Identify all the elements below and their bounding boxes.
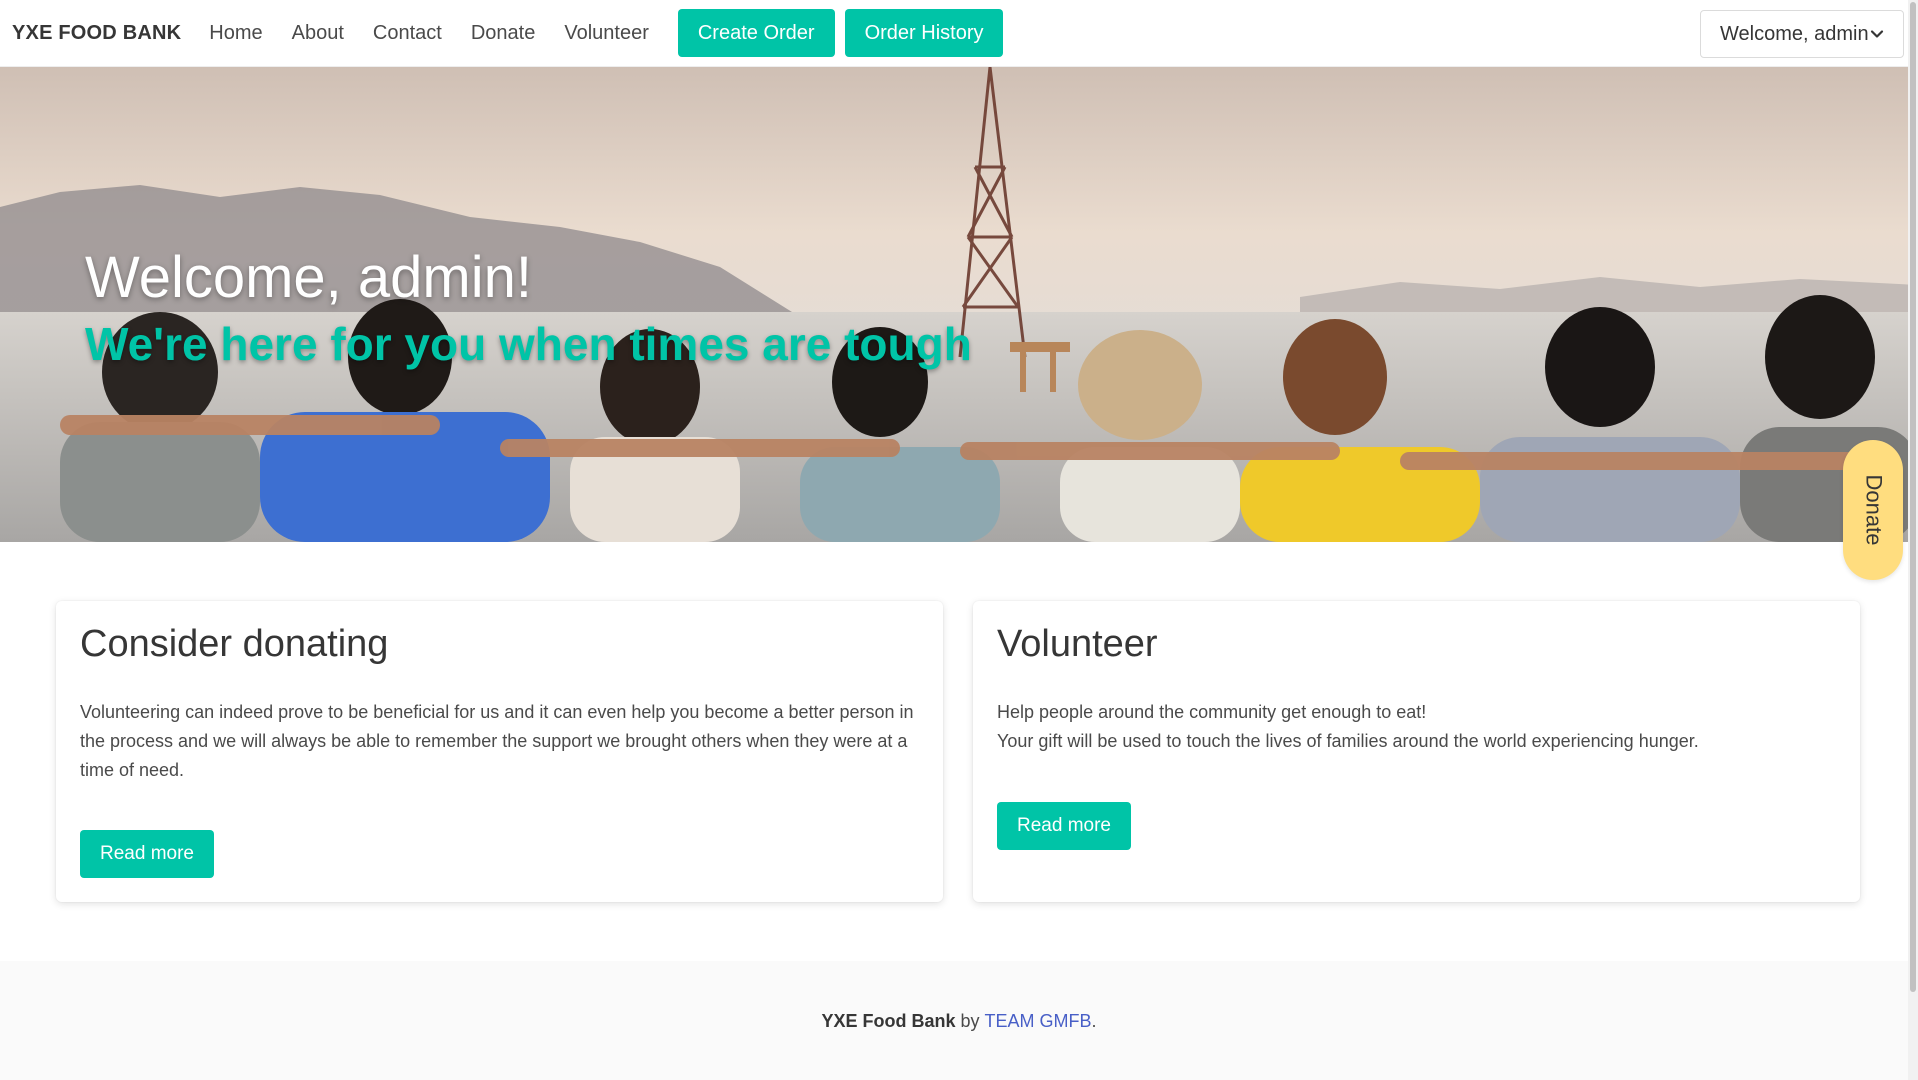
volunteer-card-body-line1: Help people around the community get eno… xyxy=(997,702,1427,722)
page-scrollbar[interactable] xyxy=(1908,0,1918,1080)
footer-period: . xyxy=(1091,1011,1097,1031)
donate-card-body: Volunteering can indeed prove to be bene… xyxy=(80,702,914,780)
nav-link-contact[interactable]: Contact xyxy=(373,22,442,45)
scrollbar-thumb[interactable] xyxy=(1910,2,1916,992)
navbar: YXE FOOD BANK Home About Contact Donate … xyxy=(0,0,1918,67)
footer-site-name: YXE Food Bank xyxy=(821,1011,956,1031)
floating-donate-label: Donate xyxy=(1861,474,1887,546)
nav-link-donate[interactable]: Donate xyxy=(471,22,536,45)
footer-by-text: by xyxy=(960,1011,980,1031)
create-order-button[interactable]: Create Order xyxy=(677,9,835,57)
volunteer-card-body-line2: Your gift will be used to touch the live… xyxy=(997,731,1699,751)
footer: YXE Food Bank by TEAM GMFB . xyxy=(0,961,1918,1080)
hero-subtitle: We're here for you when times are tough xyxy=(85,318,972,370)
nav-link-home[interactable]: Home xyxy=(209,22,262,45)
hero-banner: Welcome, admin! We're here for you when … xyxy=(0,67,1918,542)
donate-card-title: Consider donating xyxy=(80,623,389,665)
volunteer-read-more-button[interactable]: Read more xyxy=(997,802,1131,850)
brand-logo[interactable]: YXE FOOD BANK xyxy=(12,22,181,45)
user-menu-label: Welcome, admin xyxy=(1720,22,1869,45)
donate-card: Consider donating Volunteering can indee… xyxy=(56,601,943,902)
donate-read-more-button[interactable]: Read more xyxy=(80,830,214,878)
hero-title: Welcome, admin! xyxy=(85,245,532,310)
footer-team-link[interactable]: TEAM GMFB xyxy=(985,1011,1092,1032)
floating-donate-tab[interactable]: Donate xyxy=(1843,440,1903,580)
nav-link-volunteer[interactable]: Volunteer xyxy=(564,22,649,45)
user-menu-dropdown[interactable]: Welcome, admin xyxy=(1700,10,1904,58)
volunteer-card-title: Volunteer xyxy=(997,623,1158,665)
nav-link-about[interactable]: About xyxy=(292,22,344,45)
volunteer-card: Volunteer Help people around the communi… xyxy=(973,601,1860,902)
chevron-down-icon xyxy=(1870,30,1884,38)
order-history-button[interactable]: Order History xyxy=(844,9,1004,57)
